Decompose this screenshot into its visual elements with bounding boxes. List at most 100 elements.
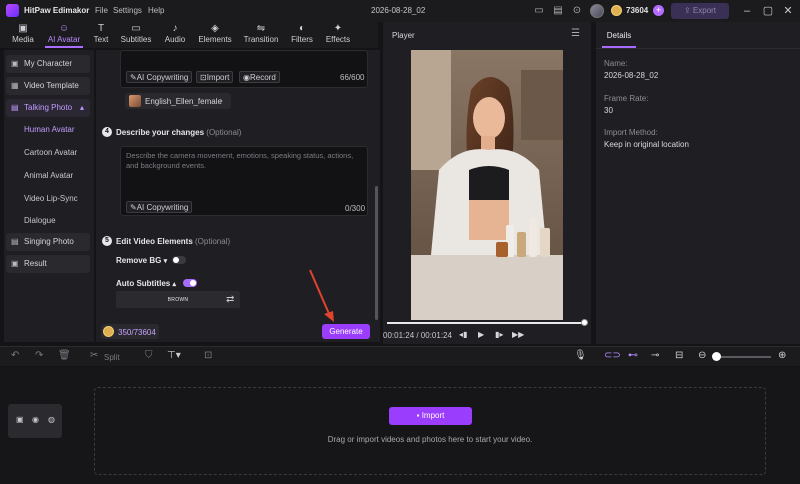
sidebar-subitem-dialogue[interactable]: Dialogue bbox=[24, 216, 56, 225]
prev-frame-icon[interactable]: ◂▮ bbox=[459, 330, 467, 339]
tab-label: Transition bbox=[243, 35, 279, 44]
media-dropzone[interactable] bbox=[94, 387, 766, 475]
layout-icon[interactable]: ▭ bbox=[533, 5, 545, 17]
message-icon[interactable]: ▤ bbox=[552, 5, 564, 17]
zoom-handle[interactable] bbox=[712, 352, 721, 361]
scrollbar-thumb[interactable] bbox=[375, 186, 378, 320]
chevron-right-icon: › bbox=[220, 96, 223, 105]
tab-label: Text bbox=[93, 35, 109, 44]
swap-icon[interactable]: ⇄ bbox=[226, 294, 234, 305]
mute-icon[interactable]: ◍ bbox=[48, 415, 55, 424]
tab-subtitles[interactable]: ▭ Subtitles bbox=[117, 22, 155, 48]
fast-forward-icon[interactable]: ▶▶ bbox=[512, 330, 524, 339]
ai-copywriting-button-2[interactable]: ✎AI Copywriting bbox=[126, 201, 193, 213]
crop-icon[interactable]: ⊡ bbox=[204, 350, 212, 362]
eye-icon[interactable]: ◉ bbox=[32, 415, 39, 424]
split-icon[interactable]: ✂ bbox=[90, 350, 98, 362]
shield-icon[interactable]: ⛉ bbox=[145, 350, 153, 362]
tab-filters[interactable]: ◐ Filters bbox=[287, 22, 317, 48]
user-avatar[interactable] bbox=[590, 4, 604, 18]
tab-audio[interactable]: ♪ Audio bbox=[160, 22, 190, 48]
close-icon[interactable]: ✕ bbox=[781, 4, 795, 18]
undo-icon[interactable]: ↶ bbox=[11, 350, 19, 362]
photo-icon: ▤ bbox=[11, 103, 19, 112]
sidebar-subitem-animal-avatar[interactable]: Animal Avatar bbox=[24, 171, 73, 180]
tab-elements[interactable]: ◈ Elements bbox=[195, 22, 235, 48]
tab-media[interactable]: ▣ Media bbox=[6, 22, 40, 48]
effects-icon: ✦ bbox=[333, 23, 343, 34]
import-button[interactable]: ▪ Import bbox=[389, 407, 472, 425]
auto-subtitles-toggle[interactable] bbox=[183, 279, 197, 287]
ai-copywriting-button[interactable]: ✎AI Copywriting bbox=[126, 71, 193, 83]
fit-icon[interactable]: ⊟ bbox=[675, 350, 683, 362]
menu-settings[interactable]: Settings bbox=[113, 6, 142, 15]
menu-help[interactable]: Help bbox=[148, 6, 164, 15]
step-number: 5 bbox=[102, 236, 112, 246]
video-frame-image bbox=[411, 50, 563, 320]
menu-icon[interactable]: ☰ bbox=[571, 28, 580, 39]
player-title: Player bbox=[392, 31, 415, 40]
add-coins-button[interactable]: + bbox=[653, 5, 664, 16]
step5-title: Edit Video Elements (Optional) bbox=[116, 237, 230, 246]
sidebar-item-label: Video Template bbox=[24, 81, 79, 90]
microphone-icon[interactable]: 🎙 bbox=[574, 350, 587, 362]
subtitle-style-label: BROWN bbox=[167, 297, 189, 303]
credits-cost: 350/73604 bbox=[118, 328, 156, 337]
zoom-slider[interactable] bbox=[713, 356, 771, 358]
remove-bg-text: Remove BG bbox=[116, 256, 162, 265]
magnet-icon[interactable]: ⊂⊃ bbox=[604, 350, 621, 362]
record-button[interactable]: ◉Record bbox=[239, 71, 280, 83]
sidebar-item-my-character[interactable]: ▣ My Character bbox=[6, 55, 90, 73]
progress-handle[interactable] bbox=[581, 319, 588, 326]
tab-ai-avatar[interactable]: ☺ AI Avatar bbox=[44, 22, 84, 48]
sidebar-item-talking-photo[interactable]: ▤ Talking Photo ▴ bbox=[6, 99, 90, 117]
sidebar-subitem-cartoon-avatar[interactable]: Cartoon Avatar bbox=[24, 148, 77, 157]
folder-icon: ▪ bbox=[416, 411, 420, 420]
tab-transition[interactable]: ⇋ Transition bbox=[240, 22, 282, 48]
tab-details[interactable]: Details bbox=[602, 26, 636, 48]
auto-subtitles-label: Auto Subtitles ▴ bbox=[116, 279, 176, 288]
sidebar-item-singing-photo[interactable]: ▤ Singing Photo bbox=[6, 233, 90, 251]
photo-icon: ▤ bbox=[11, 237, 19, 246]
detail-framerate-label: Frame Rate: bbox=[604, 94, 649, 103]
import-script-button[interactable]: ⊡Import bbox=[196, 71, 234, 83]
tab-text[interactable]: T Text bbox=[88, 22, 114, 48]
maximize-icon[interactable]: ▢ bbox=[761, 4, 775, 18]
download-icon[interactable]: ⊙ bbox=[571, 5, 583, 17]
dropzone-hint: Drag or import videos and photos here to… bbox=[327, 435, 533, 444]
sidebar-item-result[interactable]: ▣ Result bbox=[6, 255, 90, 273]
minimize-icon[interactable]: – bbox=[740, 4, 754, 18]
script-char-count: 66/600 bbox=[340, 73, 365, 82]
lock-icon[interactable]: ▣ bbox=[16, 415, 24, 424]
zoom-in-icon[interactable]: ⊕ bbox=[778, 350, 786, 362]
transition-icon: ⇋ bbox=[256, 23, 266, 34]
chain-icon[interactable]: ⊸ bbox=[651, 350, 659, 362]
sidebar-item-label: My Character bbox=[24, 59, 73, 68]
menu-file[interactable]: File bbox=[95, 6, 108, 15]
export-label: Export bbox=[692, 6, 717, 15]
text-template-icon[interactable]: ⊤▾ bbox=[167, 350, 181, 362]
toggle-knob bbox=[173, 257, 179, 263]
zoom-out-icon[interactable]: ⊖ bbox=[698, 350, 706, 362]
remove-bg-toggle[interactable] bbox=[172, 256, 186, 264]
chevron-up-icon: ▴ bbox=[79, 103, 84, 112]
sidebar-subitem-video-lip-sync[interactable]: Video Lip-Sync bbox=[24, 194, 78, 203]
export-button[interactable]: ⇪ Export bbox=[671, 3, 729, 19]
video-preview[interactable] bbox=[411, 50, 563, 320]
play-icon[interactable]: ▶ bbox=[478, 330, 484, 339]
voice-avatar bbox=[129, 95, 141, 107]
sidebar-subitem-human-avatar[interactable]: Human Avatar bbox=[24, 125, 75, 134]
next-frame-icon[interactable]: ▮▸ bbox=[495, 330, 503, 339]
tab-label: Filters bbox=[291, 35, 313, 44]
button-label: AI Copywriting bbox=[136, 73, 189, 82]
generate-button[interactable]: Generate bbox=[322, 324, 370, 339]
record-icon: ◉ bbox=[243, 73, 250, 82]
voice-label: English_Ellen_female bbox=[145, 97, 222, 106]
redo-icon[interactable]: ↷ bbox=[35, 350, 43, 362]
tab-effects[interactable]: ✦ Effects bbox=[322, 22, 354, 48]
link-icon[interactable]: ⊷ bbox=[628, 350, 638, 362]
sidebar-item-video-template[interactable]: ▦ Video Template bbox=[6, 77, 90, 95]
coin-icon bbox=[611, 5, 622, 16]
step-number: 4 bbox=[102, 127, 112, 137]
delete-icon[interactable]: 🗑 bbox=[58, 350, 71, 362]
